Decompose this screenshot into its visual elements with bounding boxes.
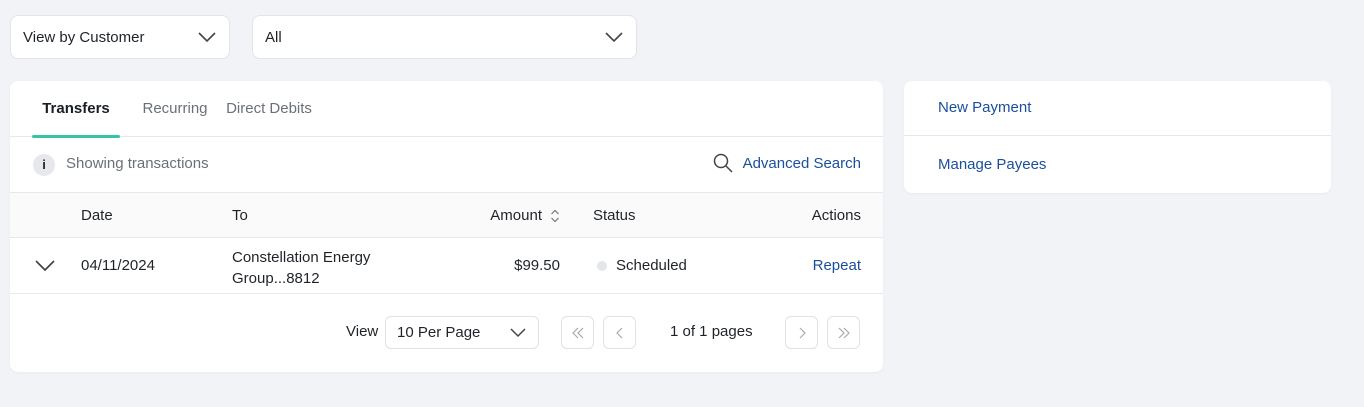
per-page-select[interactable]: 10 Per Page	[385, 316, 539, 349]
header-to: To	[232, 207, 248, 224]
double-chevron-right-icon	[838, 327, 850, 338]
row-amount: $99.50	[514, 257, 560, 274]
view-by-value: View by Customer	[23, 28, 145, 46]
table-row: 04/11/2024 Constellation Energy Group...…	[10, 238, 883, 294]
info-icon: i	[33, 154, 55, 176]
transactions-card: Transfers Recurring Direct Debits i Show…	[10, 81, 883, 372]
chevron-down-icon	[605, 32, 623, 43]
advanced-search-link[interactable]: Advanced Search	[713, 153, 861, 173]
row-status-label: Scheduled	[616, 257, 687, 274]
chevron-down-icon	[198, 32, 216, 43]
new-payment-link[interactable]: New Payment	[904, 81, 1331, 135]
info-text: Showing transactions	[66, 155, 209, 172]
chevron-right-icon	[799, 327, 806, 338]
view-by-select[interactable]: View by Customer	[10, 15, 230, 59]
tab-recurring[interactable]: Recurring	[130, 81, 220, 137]
info-row: i Showing transactions Advanced Search	[10, 137, 883, 193]
header-date: Date	[81, 207, 113, 224]
manage-payees-link[interactable]: Manage Payees	[904, 135, 1331, 192]
tab-transfers[interactable]: Transfers	[32, 81, 120, 138]
account-filter-value: All	[265, 28, 282, 46]
header-status: Status	[593, 207, 636, 224]
repeat-link[interactable]: Repeat	[813, 257, 861, 274]
search-icon	[713, 153, 733, 173]
row-status: Scheduled	[597, 257, 687, 274]
tab-bar: Transfers Recurring Direct Debits	[10, 81, 883, 138]
chevron-left-icon	[615, 327, 622, 338]
status-dot-icon	[597, 260, 607, 271]
table-header: Date To Amount Status Actions	[10, 193, 883, 238]
header-amount[interactable]: Amount	[490, 207, 560, 224]
tab-direct-debits[interactable]: Direct Debits	[218, 81, 320, 137]
per-page-value: 10 Per Page	[397, 324, 481, 341]
header-amount-label: Amount	[490, 207, 542, 224]
pagination: View 10 Per Page 1 of 1 pages	[10, 294, 883, 371]
quick-actions-card: New Payment Manage Payees	[904, 81, 1331, 193]
advanced-search-label: Advanced Search	[742, 154, 861, 172]
double-chevron-left-icon	[571, 327, 583, 338]
row-payee: Constellation Energy Group...8812	[232, 249, 371, 287]
last-page-button[interactable]	[827, 316, 860, 349]
chevron-down-icon[interactable]	[34, 258, 56, 274]
account-filter-select[interactable]: All	[252, 15, 637, 59]
sort-icon	[551, 209, 559, 222]
row-date: 04/11/2024	[81, 257, 155, 274]
first-page-button[interactable]	[561, 316, 594, 349]
next-page-button[interactable]	[785, 316, 818, 349]
page-info: 1 of 1 pages	[670, 323, 753, 340]
header-actions: Actions	[811, 207, 861, 224]
previous-page-button[interactable]	[603, 316, 636, 349]
chevron-down-icon	[510, 328, 526, 338]
pagination-view-label: View	[346, 323, 379, 340]
